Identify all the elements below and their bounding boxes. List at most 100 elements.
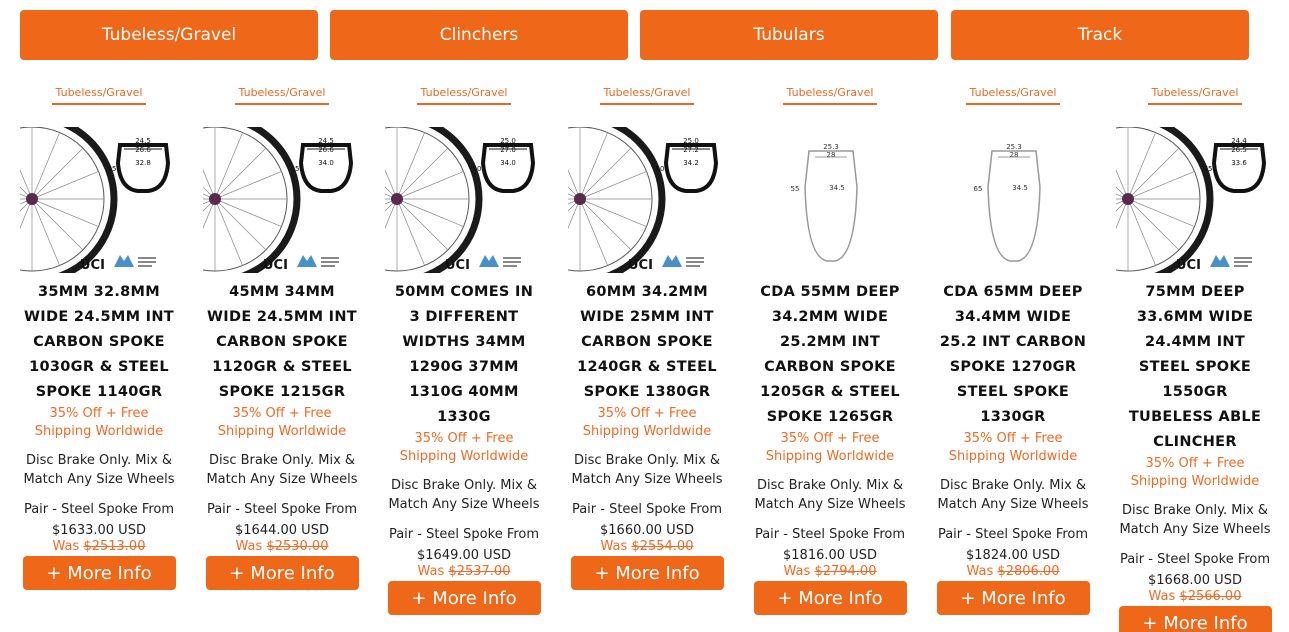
certification-badge-icon — [114, 255, 156, 267]
mid-width-label: 28 — [1010, 151, 1019, 159]
product-title[interactable]: 50MM COMES IN 3 DIFFERENT WIDTHS 34MM 12… — [385, 280, 543, 430]
price-from-label: Pair - Steel Spoke From — [23, 502, 175, 517]
outer-width-label: 34.2 — [683, 159, 699, 167]
was-price: Was $2513.00 — [20, 538, 178, 555]
product-title[interactable]: CDA 65MM DEEP 34.4MM WIDE 25.2 INT CARBO… — [934, 280, 1092, 430]
more-info-button[interactable]: + More Info — [22, 556, 176, 590]
category-link[interactable]: Tubeless/Gravel — [599, 86, 695, 105]
inner-width-label: 25.0 — [500, 137, 516, 145]
original-price: $2530.00 — [266, 539, 329, 554]
product-card: Tubeless/Gravel 25.0 27.0 34.0 50 UCI 50MM C… — [385, 78, 543, 615]
category-link[interactable]: Tubeless/Gravel — [416, 86, 512, 105]
more-info-button[interactable]: + More Info — [205, 556, 359, 590]
tab-clinchers[interactable]: Clinchers — [330, 10, 628, 60]
rim-product-image[interactable]: 25.3 28 34.5 65 — [934, 127, 1092, 273]
tab-tubulars[interactable]: Tubulars — [640, 10, 938, 60]
rim-product-image[interactable]: 24.5 26.6 32.8 35 UCI — [20, 127, 178, 273]
outer-width-label: 34.0 — [500, 159, 516, 167]
category-tabs: Tubeless/Gravel Clinchers Tubulars Track — [20, 10, 1249, 60]
tab-tubeless-gravel[interactable]: Tubeless/Gravel — [20, 10, 318, 60]
current-price: $1644.00 USD — [235, 523, 329, 538]
product-description: Disc Brake Only. Mix & Match Any Size Wh… — [937, 478, 1089, 512]
original-price: $2794.00 — [814, 564, 877, 579]
original-price: $2806.00 — [997, 564, 1060, 579]
product-description: Disc Brake Only. Mix & Match Any Size Wh… — [388, 478, 540, 512]
category-link[interactable]: Tubeless/Gravel — [51, 86, 147, 105]
category-link[interactable]: Tubeless/Gravel — [965, 86, 1061, 105]
rim-profile-icon — [804, 150, 858, 262]
was-price: Was $2566.00 — [1116, 588, 1274, 605]
rim-product-image[interactable]: 25.3 28 34.5 55 — [751, 127, 909, 273]
inner-width-label: 25.3 — [823, 143, 839, 151]
outer-width-label: 34.0 — [318, 159, 334, 167]
tab-track[interactable]: Track — [951, 10, 1249, 60]
offer-text: 35% Off + Free Shipping Worldwide — [582, 406, 712, 439]
was-label: Was — [417, 564, 449, 579]
was-price: Was $2530.00 — [203, 538, 361, 555]
was-label: Was — [600, 539, 632, 554]
uci-logo: UCI — [445, 258, 470, 273]
inner-width-label: 24.4 — [1231, 137, 1247, 145]
more-info-button[interactable]: + More Info — [387, 581, 541, 615]
uci-logo: UCI — [1176, 258, 1201, 273]
product-title[interactable]: 75MM DEEP 33.6MM WIDE 24.4MM INT STEEL S… — [1116, 280, 1274, 455]
was-label: Was — [966, 564, 998, 579]
uci-logo: UCI — [80, 258, 105, 273]
more-info-button[interactable]: + More Info — [1118, 606, 1272, 632]
outer-width-label: 34.5 — [1012, 184, 1028, 192]
inner-width-label: 25.0 — [683, 137, 699, 145]
uci-logo: UCI — [628, 258, 653, 273]
category-link[interactable]: Tubeless/Gravel — [782, 86, 878, 105]
product-grid: Tubeless/Gravel 24.5 26.6 32.8 35 UCI 35MM 3… — [18, 78, 1273, 632]
offer-text: 35% Off + Free Shipping Worldwide — [399, 431, 529, 464]
was-label: Was — [52, 539, 84, 554]
product-description: Disc Brake Only. Mix & Match Any Size Wh… — [571, 453, 723, 487]
depth-label: 60 — [656, 165, 665, 173]
price-from-label: Pair - Steel Spoke From — [206, 502, 358, 517]
original-price: $2554.00 — [631, 539, 694, 554]
category-link[interactable]: Tubeless/Gravel — [234, 86, 330, 105]
certification-badge-icon — [1210, 255, 1252, 267]
was-price: Was $2794.00 — [751, 563, 909, 580]
wheel-icon — [568, 127, 666, 273]
product-title[interactable]: 60MM 34.2MM WIDE 25MM INT CARBON SPOKE 1… — [568, 280, 726, 405]
offer-text: 35% Off + Free Shipping Worldwide — [765, 431, 895, 464]
current-price: $1649.00 USD — [417, 548, 511, 563]
product-card: Tubeless/Gravel 25.3 28 34.5 65 CDA 65MM DE… — [934, 78, 1092, 615]
mid-width-label: 28 — [827, 151, 836, 159]
was-label: Was — [783, 564, 815, 579]
certification-badge-icon — [662, 255, 704, 267]
product-description: Disc Brake Only. Mix & Match Any Size Wh… — [23, 453, 175, 487]
wheel-icon — [1116, 127, 1214, 273]
inner-width-label: 24.5 — [135, 137, 151, 145]
product-title[interactable]: 45MM 34MM WIDE 24.5MM INT CARBON SPOKE 1… — [203, 280, 361, 405]
original-price: $2566.00 — [1179, 589, 1242, 604]
product-description: Disc Brake Only. Mix & Match Any Size Wh… — [206, 453, 358, 487]
product-title[interactable]: 35MM 32.8MM WIDE 24.5MM INT CARBON SPOKE… — [20, 280, 178, 405]
depth-label: 45 — [291, 165, 300, 173]
more-info-button[interactable]: + More Info — [936, 581, 1090, 615]
depth-label: 65 — [974, 185, 983, 193]
more-info-button[interactable]: + More Info — [753, 581, 907, 615]
rim-product-image[interactable]: 24.5 26.6 34.0 45 UCI — [203, 127, 361, 273]
product-card: Tubeless/Gravel 24.5 26.6 34.0 45 UCI 45MM 3… — [203, 78, 361, 590]
mid-width-label: 26.5 — [1231, 146, 1247, 154]
offer-text: 35% Off + Free Shipping Worldwide — [948, 431, 1078, 464]
more-info-button[interactable]: + More Info — [570, 556, 724, 590]
product-title[interactable]: CDA 55MM DEEP 34.2MM WIDE 25.2MM INT CAR… — [751, 280, 909, 430]
price-from-label: Pair - Steel Spoke From — [388, 527, 540, 542]
current-price: $1660.00 USD — [600, 523, 694, 538]
rim-product-image[interactable]: 25.0 27.0 34.0 50 UCI — [385, 127, 543, 273]
current-price: $1633.00 USD — [52, 523, 146, 538]
category-link[interactable]: Tubeless/Gravel — [1147, 86, 1243, 105]
outer-width-label: 32.8 — [135, 159, 151, 167]
offer-text: 35% Off + Free Shipping Worldwide — [34, 406, 164, 439]
rim-product-image[interactable]: 25.0 27.2 34.2 60 UCI — [568, 127, 726, 273]
mid-width-label: 26.6 — [135, 146, 151, 154]
wheel-icon — [20, 127, 118, 273]
wheel-icon — [385, 127, 483, 273]
current-price: $1816.00 USD — [783, 548, 877, 563]
rim-product-image[interactable]: 24.4 26.5 33.6 75 UCI — [1116, 127, 1274, 273]
product-card: Tubeless/Gravel 24.4 26.5 33.6 75 UCI 75MM D… — [1116, 78, 1274, 632]
original-price: $2537.00 — [448, 564, 511, 579]
